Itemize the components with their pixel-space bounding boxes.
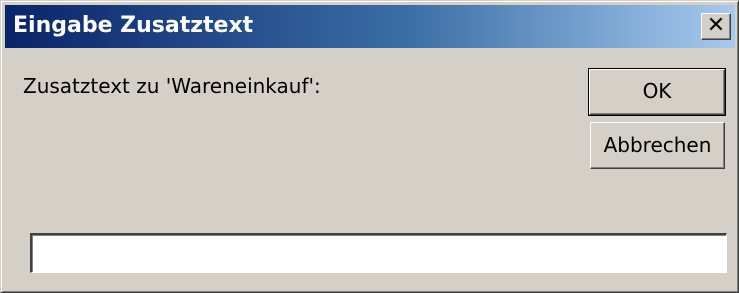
additional-text-input[interactable] [30,233,727,273]
window-title: Eingabe Zusatztext [13,13,254,38]
cancel-button[interactable]: Abbrechen [590,122,725,169]
ok-button[interactable]: OK [588,68,726,116]
close-icon: ✕ [706,13,726,38]
close-button[interactable]: ✕ [701,13,731,40]
dialog-window: Eingabe Zusatztext ✕ Zusatztext zu 'Ware… [0,0,739,293]
title-bar[interactable]: Eingabe Zusatztext ✕ [5,5,735,48]
prompt-label: Zusatztext zu 'Wareneinkauf': [23,74,321,98]
